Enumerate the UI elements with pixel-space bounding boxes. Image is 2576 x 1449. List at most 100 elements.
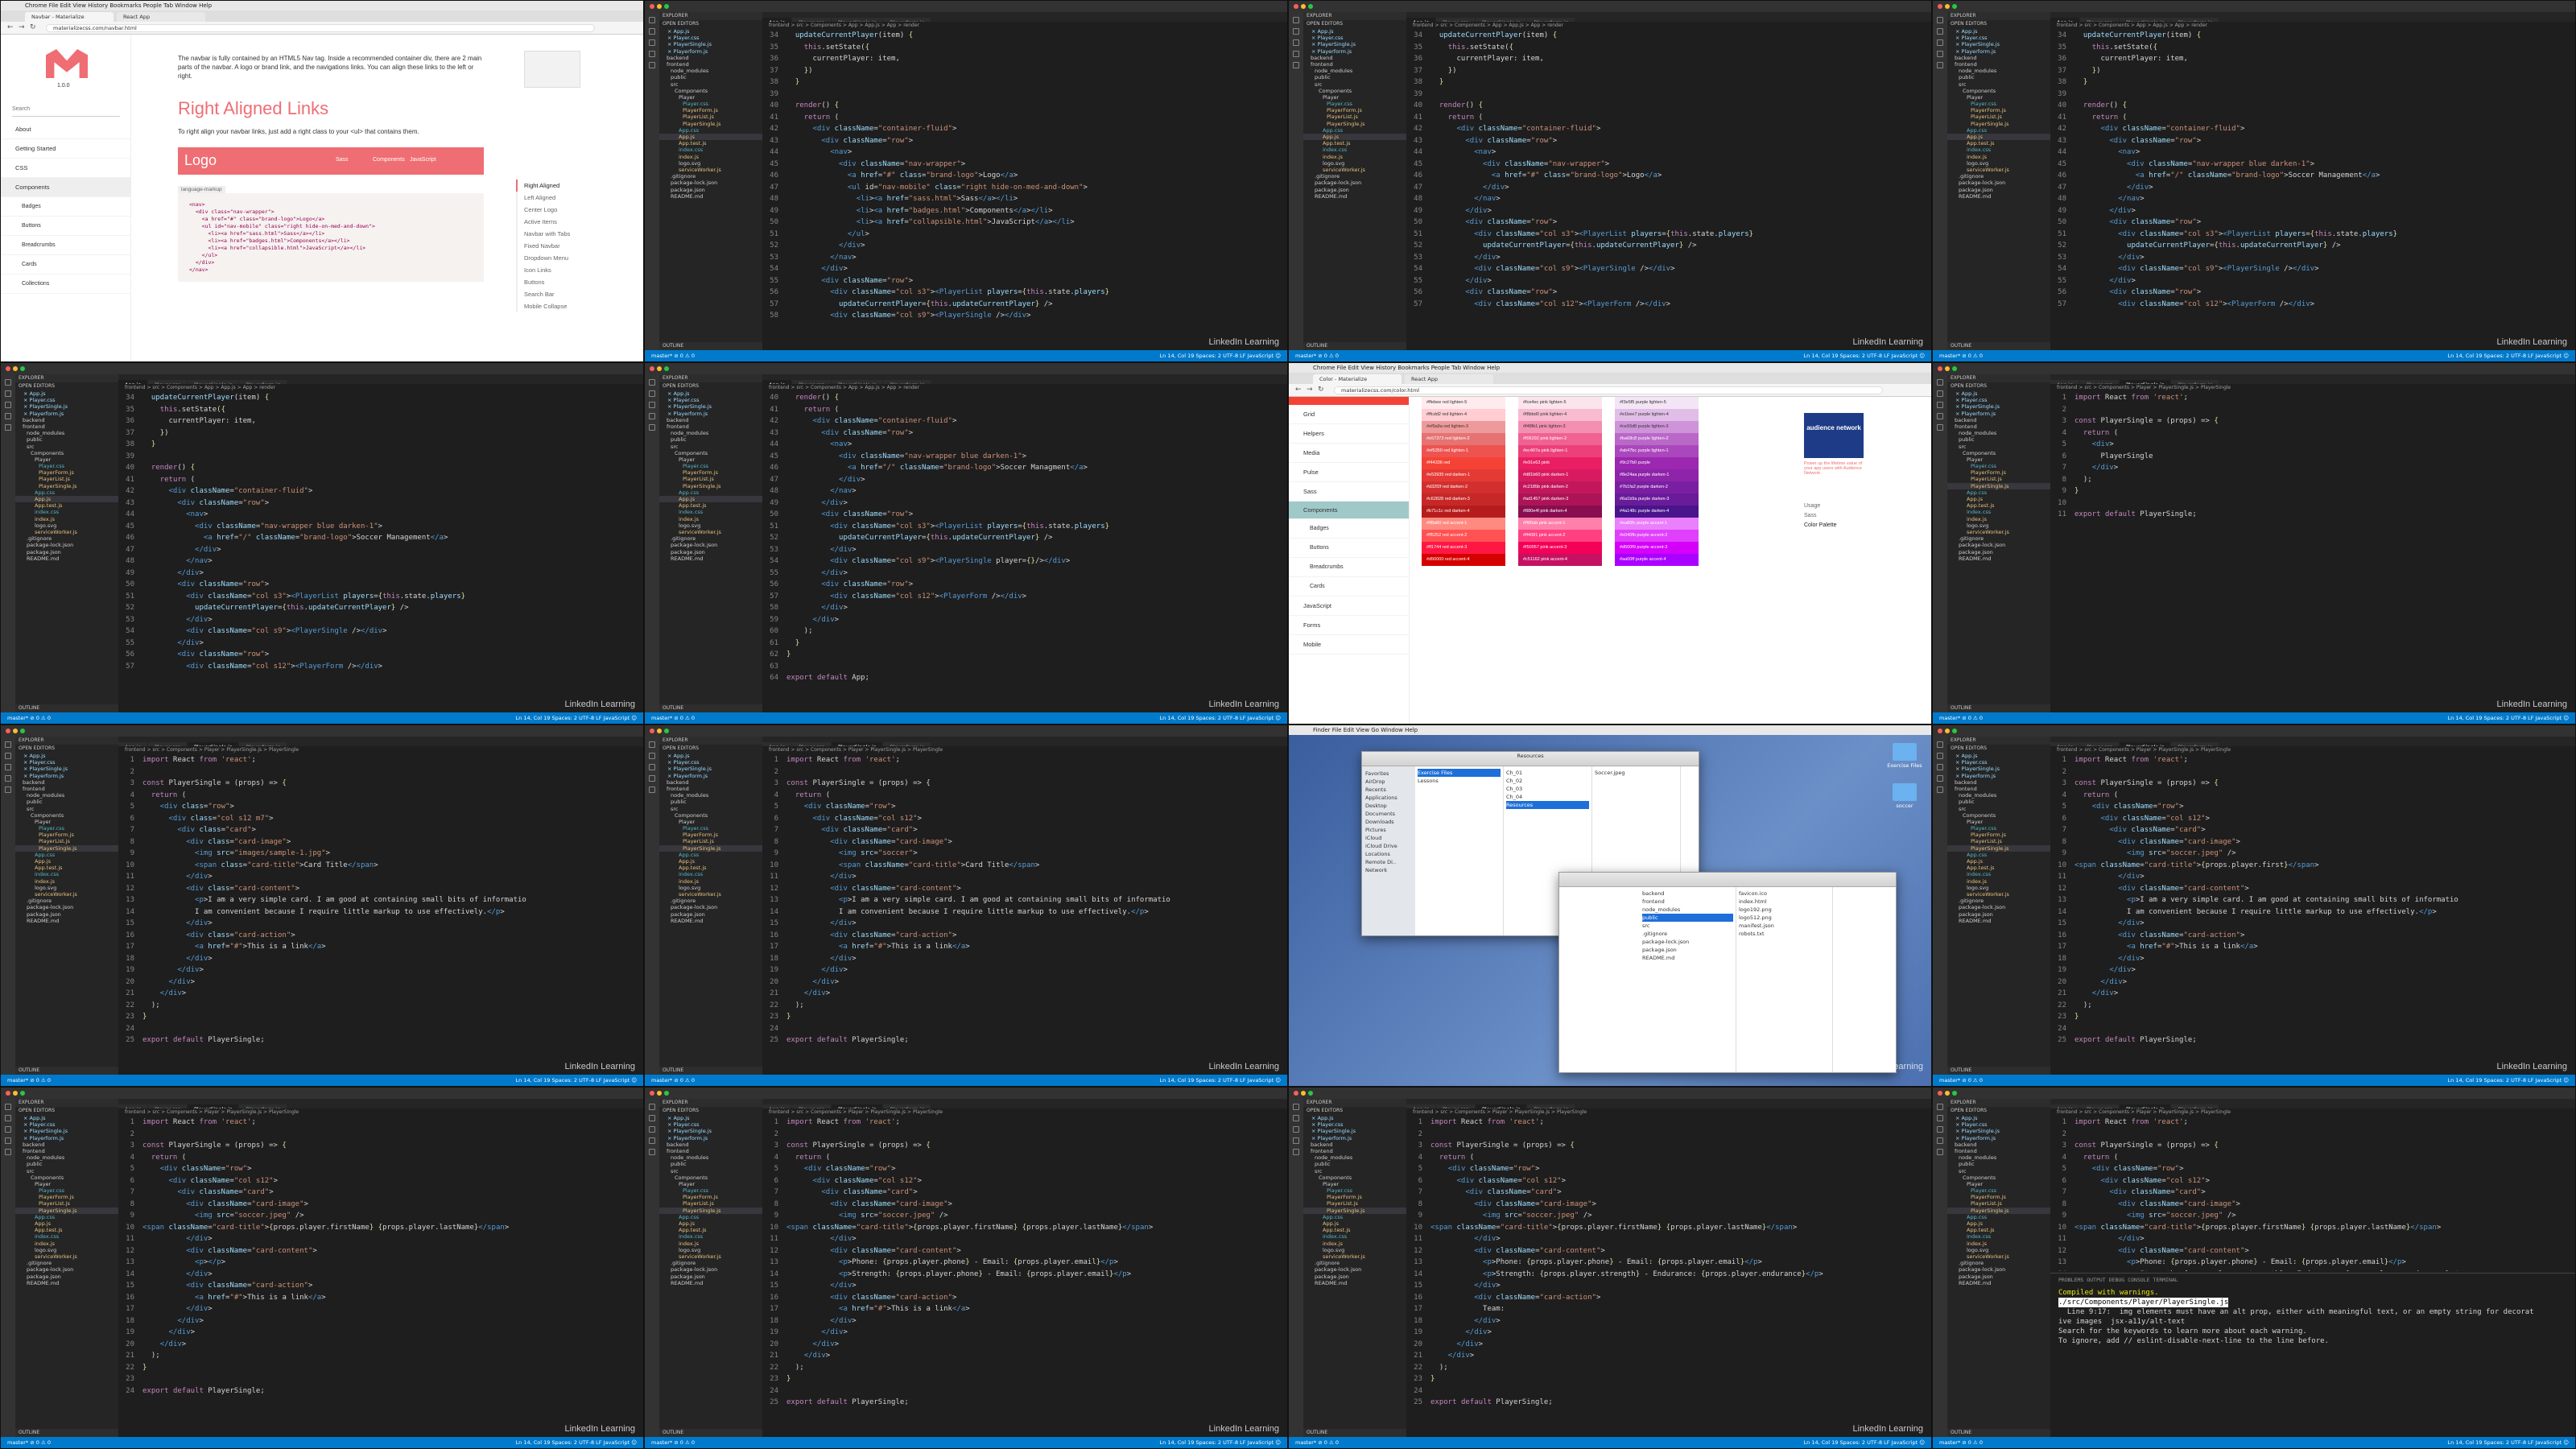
search-icon[interactable]	[1937, 390, 1943, 397]
finder-item[interactable]: logo512.png	[1739, 914, 1830, 922]
status-right[interactable]: Ln 14, Col 19 Spaces: 2 UTF-8 LF JavaScr…	[516, 712, 637, 724]
finder-item[interactable]: src	[1642, 922, 1733, 930]
finder-item[interactable]: Exercise Files	[1418, 769, 1501, 777]
file-tree-item[interactable]: node_modules	[1303, 1154, 1406, 1161]
file-tree-item[interactable]: src	[1947, 806, 2050, 812]
finder-sidebar-item[interactable]: iCloud	[1365, 834, 1412, 842]
open-editor-item[interactable]: × App.js	[1303, 1115, 1406, 1121]
search-icon[interactable]	[649, 1115, 655, 1121]
breadcrumb[interactable]: frontend > src > Components > Player > P…	[1406, 1108, 1931, 1116]
window-control-icon[interactable]	[1938, 729, 1942, 733]
file-tree-item[interactable]: PlayerList.js	[15, 838, 118, 844]
file-tree-item[interactable]: README.md	[15, 918, 118, 924]
file-tree-item[interactable]: .gitignore	[659, 535, 762, 542]
file-tree-item[interactable]: .gitignore	[1947, 1260, 2050, 1266]
file-tree-item[interactable]: App.js	[15, 496, 118, 503]
file-tree-item[interactable]: package-lock.json	[1303, 1266, 1406, 1273]
files-icon[interactable]	[1293, 1104, 1299, 1110]
file-tree-item[interactable]: package-lock.json	[659, 180, 762, 186]
demo-logo[interactable]: Logo	[184, 152, 217, 169]
file-tree-item[interactable]: App.css	[1947, 127, 2050, 134]
files-icon[interactable]	[1293, 17, 1299, 23]
color-swatch[interactable]: #e040fb purple accent-2	[1615, 530, 1699, 542]
open-editor-item[interactable]: × App.js	[659, 1115, 762, 1121]
debug-icon[interactable]	[1293, 51, 1299, 57]
file-tree-item[interactable]: backend	[659, 417, 762, 423]
outline-label[interactable]: OUTLINE	[1303, 1429, 1406, 1437]
open-editor-item[interactable]: × Player.css	[659, 759, 762, 766]
open-editor-item[interactable]: × App.js	[1947, 1115, 2050, 1121]
toc-link[interactable]: Sass	[1804, 511, 1836, 521]
toc-link[interactable]: Mobile Collapse	[524, 300, 570, 312]
color-swatch[interactable]: #f06292 pink lighten-2	[1518, 433, 1602, 445]
extensions-icon[interactable]	[649, 1149, 655, 1155]
docs-nav-item[interactable]: Badges	[1289, 519, 1409, 539]
file-tree-item[interactable]: index.css	[1947, 1233, 2050, 1240]
outline-label[interactable]: OUTLINE	[659, 704, 762, 712]
color-swatch[interactable]: #ef5350 red lighten-1	[1422, 445, 1505, 457]
outline-label[interactable]: OUTLINE	[659, 1067, 762, 1075]
finder-item[interactable]: .gitignore	[1642, 930, 1733, 938]
file-tree-item[interactable]: PlayerForm.js	[659, 107, 762, 114]
window-control-icon[interactable]	[657, 4, 662, 9]
open-editor-item[interactable]: × Playerform.js	[1947, 48, 2050, 55]
open-editor-item[interactable]: × PlayerSingle.js	[1947, 1128, 2050, 1134]
files-icon[interactable]	[1937, 741, 1943, 748]
file-tree-item[interactable]: App.test.js	[1947, 502, 2050, 509]
finder-item[interactable]: Soccer.jpeg	[1595, 769, 1678, 777]
desktop-folder-icon[interactable]	[1893, 743, 1917, 761]
file-tree-item[interactable]: .gitignore	[15, 535, 118, 542]
open-editors-label[interactable]: OPEN EDITORS	[15, 745, 118, 753]
code-editor[interactable]: 1 import React from 'react'; 2 3 const Playe…	[118, 754, 643, 1075]
debug-icon[interactable]	[1937, 413, 1943, 419]
source-control-icon[interactable]	[1937, 39, 1943, 46]
file-tree-item[interactable]: index.js	[1947, 878, 2050, 885]
file-tree-item[interactable]: .gitignore	[659, 898, 762, 904]
file-tree-item[interactable]: frontend	[1947, 1148, 2050, 1154]
file-tree-item[interactable]: package-lock.json	[15, 542, 118, 548]
open-editors-label[interactable]: OPEN EDITORS	[1947, 382, 2050, 390]
file-tree-item[interactable]: App.css	[1947, 489, 2050, 496]
sponsor-ad[interactable]: audience network	[1804, 413, 1864, 458]
color-swatch[interactable]: #6a1b9a purple darken-3	[1615, 493, 1699, 506]
file-tree-item[interactable]: package.json	[1303, 1274, 1406, 1280]
extensions-icon[interactable]	[5, 424, 11, 431]
open-editor-item[interactable]: × Player.css	[1947, 759, 2050, 766]
finder-item[interactable]: logo192.png	[1739, 906, 1830, 914]
open-editors-label[interactable]: OPEN EDITORS	[1303, 1107, 1406, 1115]
status-right[interactable]: Ln 14, Col 19 Spaces: 2 UTF-8 LF JavaScr…	[516, 1437, 637, 1448]
status-right[interactable]: Ln 14, Col 19 Spaces: 2 UTF-8 LF JavaScr…	[1804, 350, 1925, 361]
file-tree-item[interactable]: App.js	[659, 1220, 762, 1227]
file-tree-item[interactable]: public	[15, 436, 118, 443]
file-tree-item[interactable]: index.css	[15, 871, 118, 877]
materialize-logo[interactable]: 1.0.0	[1, 35, 130, 99]
toc-link[interactable]: Navbar with Tabs	[524, 228, 570, 240]
open-editor-item[interactable]: × Player.css	[15, 759, 118, 766]
file-tree-item[interactable]: src	[1947, 444, 2050, 450]
file-tree-item[interactable]: backend	[659, 1141, 762, 1148]
file-tree-item[interactable]: package.json	[15, 1274, 118, 1280]
window-control-icon[interactable]	[650, 729, 654, 733]
open-editor-item[interactable]: × Playerform.js	[659, 773, 762, 779]
open-editor-item[interactable]: × Player.css	[1303, 35, 1406, 41]
file-tree-item[interactable]: README.md	[1303, 193, 1406, 200]
file-tree-item[interactable]: public	[1947, 1161, 2050, 1167]
finder-item[interactable]: Lessons	[1418, 777, 1501, 785]
debug-icon[interactable]	[649, 1137, 655, 1144]
file-tree-item[interactable]: node_modules	[659, 792, 762, 799]
color-swatch[interactable]: #d50000 red accent-4	[1422, 554, 1505, 566]
file-tree-item[interactable]: Player	[15, 819, 118, 825]
outline-label[interactable]: OUTLINE	[15, 704, 118, 712]
file-tree-item[interactable]: node_modules	[659, 430, 762, 436]
status-left[interactable]: master* ⊘ 0 ⚠ 0	[651, 715, 695, 721]
window-control-icon[interactable]	[1945, 729, 1950, 733]
extensions-icon[interactable]	[1293, 1149, 1299, 1155]
file-tree-item[interactable]: App.css	[15, 852, 118, 858]
window-control-icon[interactable]	[1945, 1091, 1950, 1096]
toc-link[interactable]: Left Aligned	[524, 192, 570, 204]
file-tree-item[interactable]: package.json	[1303, 187, 1406, 193]
status-right[interactable]: Ln 14, Col 19 Spaces: 2 UTF-8 LF JavaScr…	[1160, 712, 1281, 724]
file-tree-item[interactable]: README.md	[1947, 555, 2050, 562]
open-editor-item[interactable]: × Playerform.js	[1303, 1135, 1406, 1141]
breadcrumb[interactable]: frontend > src > Components > Player > P…	[2050, 1108, 2575, 1116]
